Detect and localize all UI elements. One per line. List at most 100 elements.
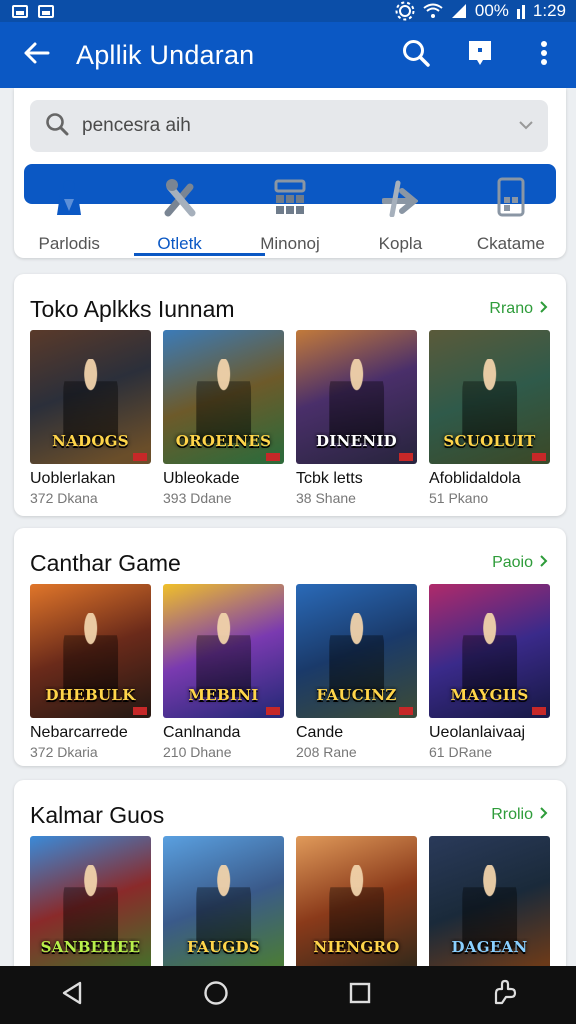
status-time: 1:29 (532, 1, 566, 20)
more-vert-icon (540, 40, 548, 71)
see-more-label: Rrano (489, 300, 533, 317)
game-card[interactable]: DHEBULK Nebarcarrede 372 Dkaria (30, 584, 151, 760)
more-options-button[interactable] (512, 22, 576, 88)
game-thumbnail[interactable]: DINENID (296, 330, 417, 464)
game-meta: 51 Pkano (429, 490, 489, 506)
game-thumbnail[interactable]: FAUCINZ (296, 584, 417, 718)
game-card[interactable]: DINENID Tcbk letts 38 Shane (296, 330, 417, 506)
game-title: Tcbk letts (296, 470, 363, 487)
nav-back-button[interactable] (42, 966, 102, 1024)
game-card[interactable]: FAUCINZ Cande 208 Rane (296, 584, 417, 760)
game-card[interactable]: NIENGRO (296, 836, 417, 970)
message-button[interactable] (448, 22, 512, 88)
see-more-link[interactable]: Rrolio (491, 806, 548, 825)
tab-label: Kopla (378, 234, 423, 253)
game-thumbnail[interactable]: NIENGRO (296, 836, 417, 970)
search-bar[interactable]: pencesra aih (30, 100, 548, 152)
section-title: Canthar Game (30, 549, 181, 576)
signal-icon (451, 3, 467, 19)
game-thumbnail[interactable]: MAYGIIS (429, 584, 550, 718)
game-thumbnail[interactable]: OROEINES (163, 330, 284, 464)
game-banner-text: NADOGS (52, 432, 129, 450)
circle-home-icon (203, 980, 229, 1011)
game-title: Nebarcarrede (30, 724, 128, 741)
game-card[interactable]: SCUOLUIT Afoblidaldola 51 Pkano (429, 330, 550, 506)
game-title: Afoblidaldola (429, 470, 521, 487)
search-icon (44, 111, 70, 142)
tab-label: Ckatame (476, 234, 545, 253)
category-tabs: Parlodis Otletk Minonoj Kopla Ckatame (14, 174, 566, 256)
section-popular-games: Canthar Game Paoio DHEBULK Nebarcarrede … (14, 528, 566, 766)
game-card[interactable]: FAUGDS (163, 836, 284, 970)
search-and-categories-card: pencesra aih Parlodis Otletk Minonoj Kop… (14, 88, 566, 258)
section-title: Toko Aplkks Iunnam (30, 295, 235, 322)
tab-label: Parlodis (38, 234, 100, 253)
phone-icon (496, 177, 526, 222)
game-card[interactable]: MAYGIIS Ueolanlaivaaj 61 DRane (429, 584, 550, 760)
game-meta: 372 Dkana (30, 490, 98, 506)
game-banner-text: SANBEHEE (40, 938, 141, 956)
game-title: Cande (296, 724, 344, 741)
game-banner-text: SCUOLUIT (443, 432, 536, 450)
chevron-right-icon (539, 554, 548, 573)
game-card[interactable]: SANBEHEE (30, 836, 151, 970)
game-card[interactable]: MEBINI Canlnanda 210 Dhane (163, 584, 284, 760)
game-meta: 372 Dkaria (30, 744, 98, 760)
game-meta: 208 Rane (296, 744, 357, 760)
game-meta: 38 Shane (296, 490, 356, 506)
nav-assistant-button[interactable] (474, 966, 534, 1024)
game-card[interactable]: NADOGS Uoblerlakan 372 Dkana (30, 330, 151, 506)
chevron-right-icon (539, 806, 548, 825)
tab-otletk[interactable]: Otletk (124, 174, 265, 256)
game-thumbnail[interactable]: SANBEHEE (30, 836, 151, 970)
tab-ckatame[interactable]: Ckatame (456, 174, 566, 254)
tab-label: Otletk (157, 234, 202, 253)
app-bar: Apllik Undaran (0, 22, 576, 88)
game-banner-text: MEBINI (188, 686, 259, 704)
settings-gear-icon (395, 1, 415, 21)
figure-icon (52, 177, 86, 222)
game-banner-text: DINENID (315, 432, 397, 450)
nav-home-button[interactable] (186, 966, 246, 1024)
see-more-link[interactable]: Rrano (489, 300, 548, 319)
nav-recents-button[interactable] (330, 966, 390, 1024)
game-banner-text: NIENGRO (313, 938, 400, 956)
game-thumbnail[interactable]: MEBINI (163, 584, 284, 718)
game-thumbnail[interactable]: FAUGDS (163, 836, 284, 970)
signal-bars-icon (516, 3, 525, 19)
game-thumbnail[interactable]: NADOGS (30, 330, 151, 464)
section-more-games: Kalmar Guos Rrolio SANBEHEE FAUGDS NIENG… (14, 780, 566, 976)
see-more-label: Paoio (492, 554, 533, 571)
message-icon (466, 38, 494, 73)
see-more-label: Rrolio (491, 806, 533, 823)
hand-gesture-icon (490, 979, 518, 1012)
search-button[interactable] (384, 22, 448, 88)
arrow-icon (381, 179, 420, 222)
game-meta: 61 DRane (429, 744, 493, 760)
game-banner-text: MAYGIIS (450, 686, 529, 704)
back-arrow-icon (22, 41, 50, 70)
game-meta: 393 Ddane (163, 490, 232, 506)
game-banner-text: OROEINES (175, 432, 272, 450)
tab-minonoj[interactable]: Minonoj (235, 174, 345, 254)
game-banner-text: FAUCINZ (316, 686, 397, 704)
chevron-down-icon[interactable] (518, 117, 534, 135)
wifi-icon (423, 3, 443, 19)
tools-icon (162, 177, 198, 222)
battery-text: 00% (474, 1, 509, 20)
game-card[interactable]: OROEINES Ubleokade 393 Ddane (163, 330, 284, 506)
triangle-back-icon (60, 980, 84, 1011)
tab-parlodis[interactable]: Parlodis (14, 174, 124, 254)
game-thumbnail[interactable]: DHEBULK (30, 584, 151, 718)
search-input[interactable]: pencesra aih (70, 115, 518, 137)
system-nav-bar (0, 966, 576, 1024)
tab-kopla[interactable]: Kopla (345, 174, 455, 254)
game-title: Canlnanda (163, 724, 241, 741)
see-more-link[interactable]: Paoio (492, 554, 548, 573)
gallery-notification-icon (38, 4, 54, 18)
game-banner-text: DHEBULK (45, 686, 136, 704)
game-card[interactable]: DAGEAN (429, 836, 550, 970)
game-thumbnail[interactable]: SCUOLUIT (429, 330, 550, 464)
back-button[interactable] (0, 22, 72, 88)
game-thumbnail[interactable]: DAGEAN (429, 836, 550, 970)
